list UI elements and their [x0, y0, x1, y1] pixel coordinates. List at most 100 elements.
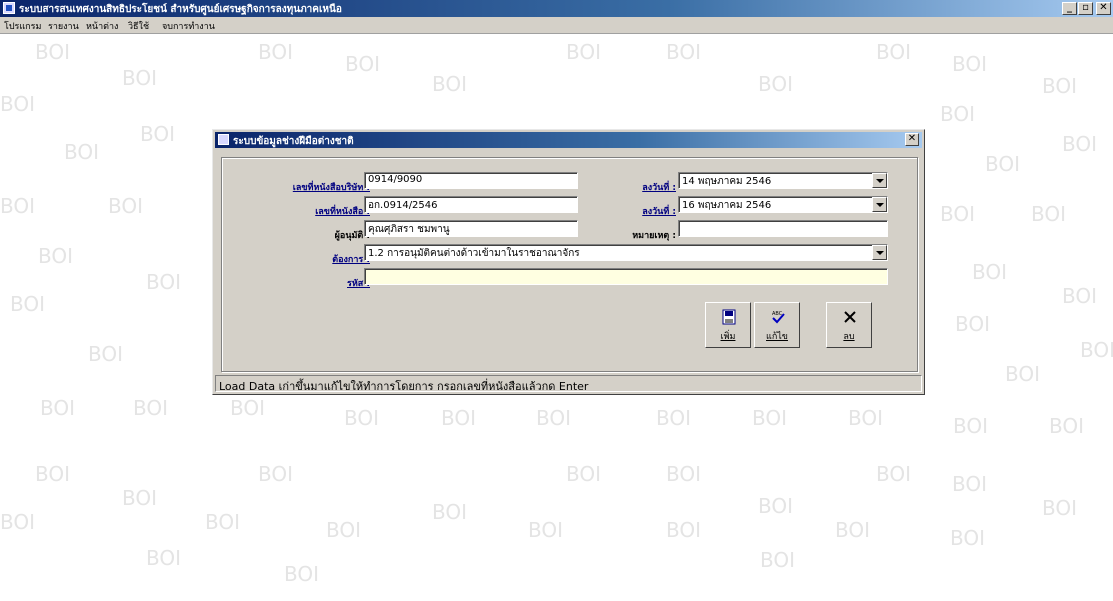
watermark: BOI [528, 518, 564, 542]
close-button[interactable]: ✕ [1096, 2, 1111, 15]
watermark: BOI [140, 122, 176, 146]
add-button-label: เพิ่ม [720, 332, 736, 342]
add-button[interactable]: เพิ่ม [705, 302, 751, 348]
title-bar: ระบบสารสนเทศงานสิทธิประโยชน์ สำหรับศูนย์… [0, 0, 1113, 17]
minimize-button[interactable]: _ [1062, 2, 1077, 15]
remark-label: หมายเหตุ : [632, 231, 676, 241]
chevron-down-icon[interactable] [872, 173, 887, 188]
dialog-title: ระบบข้อมูลช่างฝีมือต่างชาติ [233, 136, 354, 147]
watermark: BOI [950, 526, 986, 550]
dialog-icon [218, 134, 229, 145]
watermark: BOI [876, 40, 912, 64]
company-letter-no-input[interactable]: 0914/9090 [364, 172, 578, 189]
watermark: BOI [666, 40, 702, 64]
watermark: BOI [1049, 414, 1085, 438]
window-title: ระบบสารสนเทศงานสิทธิประโยชน์ สำหรับศูนย์… [19, 4, 342, 15]
watermark: BOI [1042, 74, 1078, 98]
watermark: BOI [284, 562, 320, 586]
letter-no-input[interactable]: อก.0914/2546 [364, 196, 578, 213]
watermark: BOI [10, 292, 46, 316]
watermark: BOI [122, 486, 158, 510]
watermark: BOI [760, 548, 796, 572]
company-letter-date-select[interactable]: 14 พฤษภาคม 2546 [678, 172, 888, 189]
watermark: BOI [835, 518, 871, 542]
edit-button-label: แก้ไข [766, 332, 788, 342]
company-letter-date-value: 14 พฤษภาคม 2546 [682, 176, 772, 187]
watermark: BOI [536, 406, 572, 430]
edit-button[interactable]: ABC แก้ไข [754, 302, 800, 348]
close-icon [844, 311, 856, 323]
watermark: BOI [108, 194, 144, 218]
letter-date-label: ลงวันที่ : [642, 207, 676, 217]
watermark: BOI [666, 462, 702, 486]
watermark: BOI [0, 194, 36, 218]
watermark: BOI [876, 462, 912, 486]
watermark: BOI [848, 406, 884, 430]
watermark: BOI [752, 406, 788, 430]
watermark: BOI [345, 52, 381, 76]
menu-help[interactable]: วิธีใช้ [128, 19, 149, 33]
watermark: BOI [146, 270, 182, 294]
save-icon [722, 309, 736, 325]
watermark: BOI [952, 52, 988, 76]
watermark: BOI [146, 546, 182, 570]
letter-date-value: 16 พฤษภาคม 2546 [682, 200, 772, 211]
form-panel: เลขที่หนังสือบริษัท : 0914/9090 ลงวันที่… [221, 157, 918, 372]
watermark: BOI [88, 342, 124, 366]
company-letter-no-label: เลขที่หนังสือบริษัท : [292, 183, 370, 193]
menu-bar: โปรแกรม รายงาน หน้าต่าง วิธีใช้ จบการทำง… [0, 17, 1113, 34]
watermark: BOI [35, 462, 71, 486]
code-input[interactable] [364, 268, 888, 285]
watermark: BOI [1062, 284, 1098, 308]
company-letter-date-label: ลงวันที่ : [642, 183, 676, 193]
spellcheck-icon: ABC [772, 311, 785, 324]
letter-date-select[interactable]: 16 พฤษภาคม 2546 [678, 196, 888, 213]
foreign-worker-dialog: ระบบข้อมูลช่างฝีมือต่างชาติ ✕ เลขที่หนัง… [212, 129, 925, 395]
chevron-down-icon[interactable] [872, 197, 887, 212]
dialog-title-bar: ระบบข้อมูลช่างฝีมือต่างชาติ ✕ [215, 132, 922, 148]
status-bar: Load Data เก่าขึ้นมาแก้ไขให้ทำการโดยการ … [215, 375, 922, 393]
watermark: BOI [955, 312, 991, 336]
watermark: BOI [441, 406, 477, 430]
watermark: BOI [940, 202, 976, 226]
watermark: BOI [953, 414, 989, 438]
watermark: BOI [258, 462, 294, 486]
menu-report[interactable]: รายงาน [48, 19, 79, 33]
menu-exit[interactable]: จบการทำงาน [162, 19, 215, 33]
watermark: BOI [758, 72, 794, 96]
approver-input[interactable]: คุณศุภิสรา ชมพานู [364, 220, 578, 237]
maximize-button[interactable]: ▫ [1078, 2, 1093, 15]
watermark: BOI [952, 472, 988, 496]
watermark: BOI [758, 494, 794, 518]
watermark: BOI [666, 518, 702, 542]
watermark: BOI [64, 140, 100, 164]
request-value: 1.2 การอนุมัติคนต่างด้าวเข้ามาในราชอาณาจ… [368, 248, 580, 259]
dialog-close-button[interactable]: ✕ [905, 133, 919, 146]
watermark: BOI [985, 152, 1021, 176]
watermark: BOI [940, 102, 976, 126]
watermark: BOI [1080, 338, 1113, 362]
watermark: BOI [1042, 496, 1078, 520]
watermark: BOI [230, 396, 266, 420]
watermark: BOI [344, 406, 380, 430]
watermark: BOI [1062, 132, 1098, 156]
watermark: BOI [205, 510, 241, 534]
request-select[interactable]: 1.2 การอนุมัติคนต่างด้าวเข้ามาในราชอาณาจ… [364, 244, 888, 261]
watermark: BOI [566, 40, 602, 64]
watermark: BOI [656, 406, 692, 430]
watermark: BOI [122, 66, 158, 90]
watermark: BOI [432, 500, 468, 524]
app-window: ระบบสารสนเทศงานสิทธิประโยชน์ สำหรับศูนย์… [0, 0, 1113, 601]
delete-button[interactable]: ลบ [826, 302, 872, 348]
menu-program[interactable]: โปรแกรม [4, 19, 41, 33]
chevron-down-icon[interactable] [872, 245, 887, 260]
watermark: BOI [0, 510, 36, 534]
watermark: BOI [432, 72, 468, 96]
watermark: BOI [972, 260, 1008, 284]
remark-input[interactable] [678, 220, 888, 237]
watermark: BOI [0, 92, 36, 116]
watermark: BOI [40, 396, 76, 420]
menu-window[interactable]: หน้าต่าง [86, 19, 118, 33]
watermark: BOI [133, 396, 169, 420]
watermark: BOI [566, 462, 602, 486]
